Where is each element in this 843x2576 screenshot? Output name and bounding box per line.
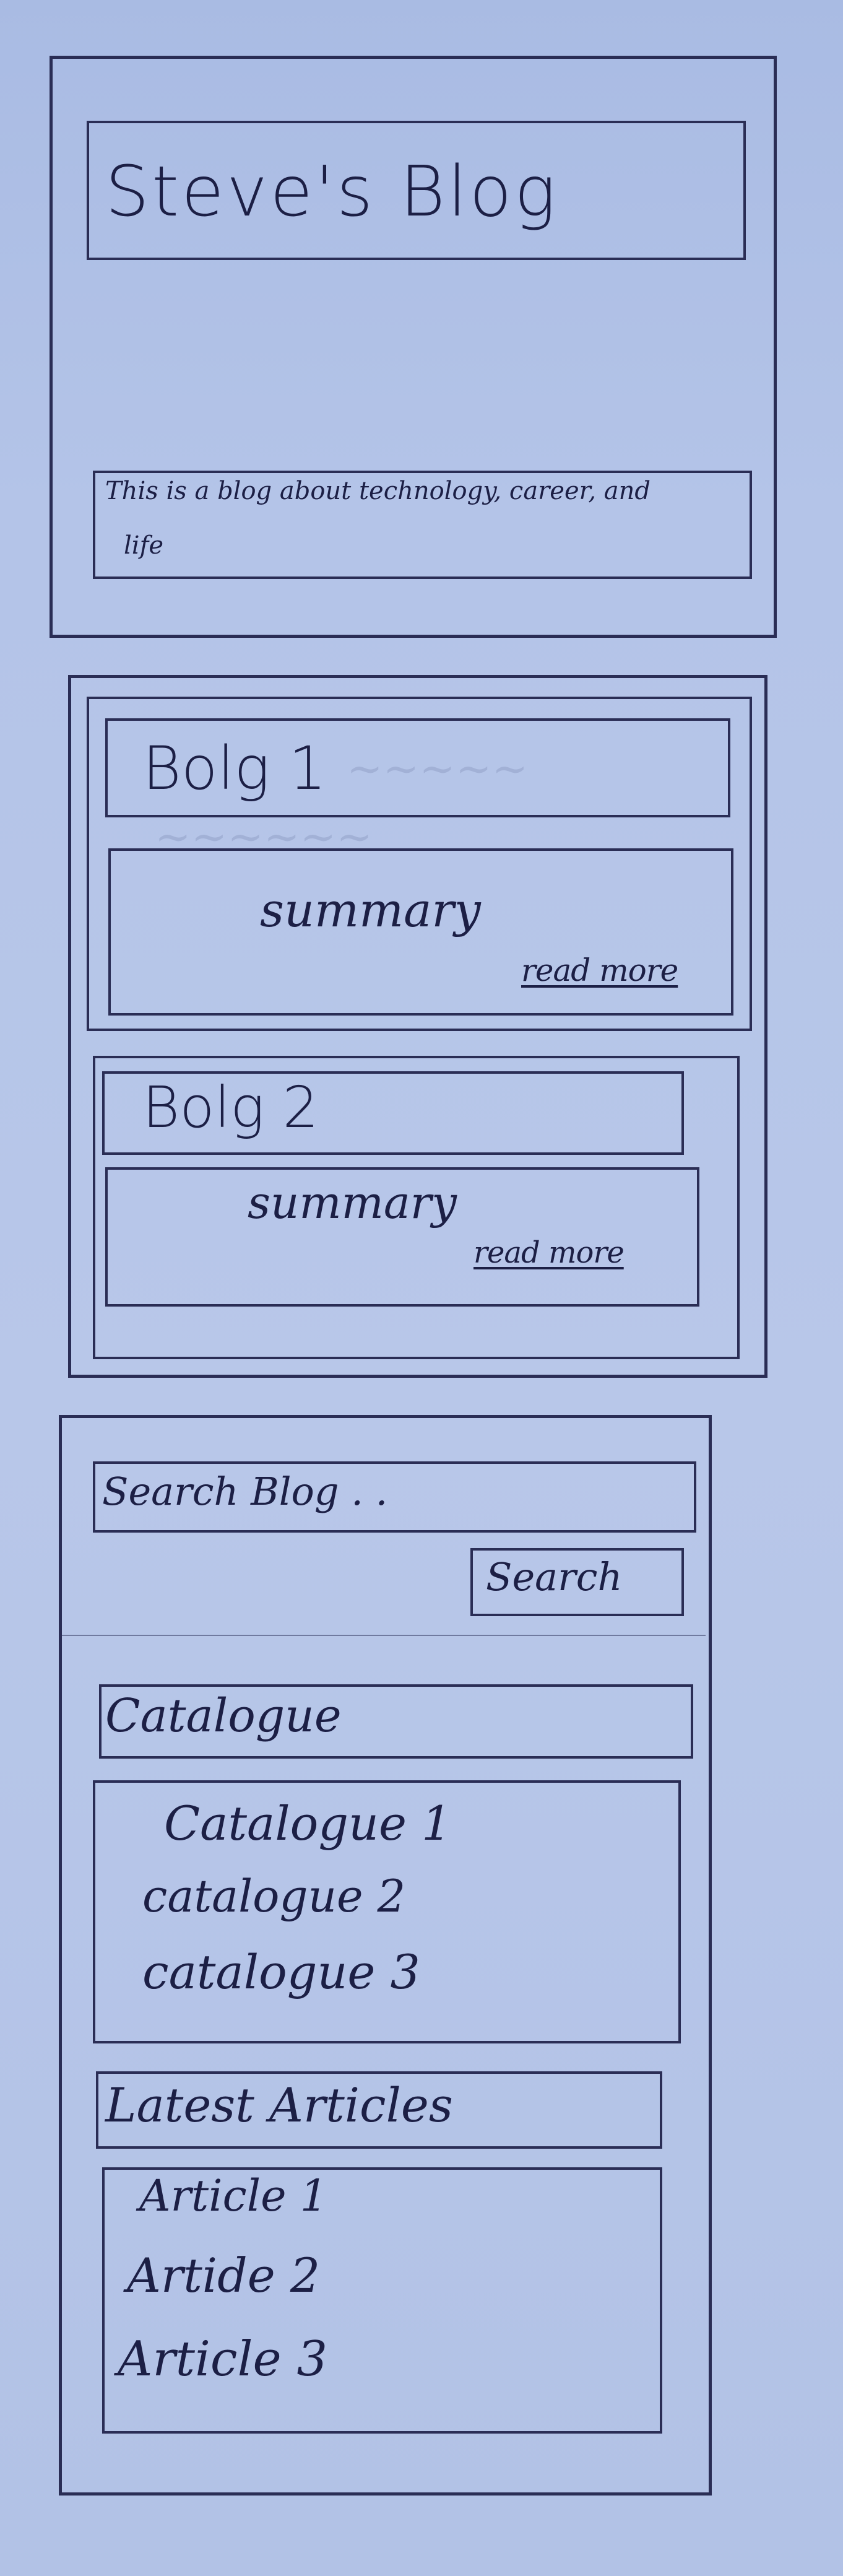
post-title-1[interactable]: Bolg 1: [142, 734, 326, 803]
ghost-mark: ~~~~~: [347, 743, 529, 794]
tagline-line-1: This is a blog about technology, career,…: [105, 477, 651, 505]
catalogue-item-2[interactable]: catalogue 2: [142, 1870, 405, 1922]
catalogue-item-3[interactable]: catalogue 3: [142, 1944, 420, 1999]
post-summary-1: summary: [260, 882, 481, 938]
tagline-line-2: life: [124, 531, 164, 560]
divider: [62, 1635, 706, 1636]
latest-article-item-3[interactable]: Article 3: [118, 2331, 327, 2387]
catalogue-heading: Catalogue: [105, 1689, 342, 1743]
catalogue-item-1[interactable]: Catalogue 1: [164, 1796, 451, 1851]
latest-article-item-1[interactable]: Article 1: [139, 2170, 327, 2221]
blog-title: Steve's Blog: [105, 152, 559, 232]
latest-article-item-2[interactable]: Artide 2: [127, 2248, 320, 2303]
latest-articles-heading: Latest Articles: [105, 2078, 453, 2133]
post-title-2[interactable]: Bolg 2: [142, 1074, 319, 1141]
ghost-mark: ~~~~~~: [155, 811, 373, 862]
search-button-label: Search: [486, 1554, 623, 1599]
read-more-link-1[interactable]: read more: [521, 952, 678, 988]
post-summary-2: summary: [248, 1177, 457, 1229]
search-input-placeholder: Search Blog . .: [102, 1469, 388, 1514]
read-more-link-2[interactable]: read more: [473, 1235, 625, 1270]
